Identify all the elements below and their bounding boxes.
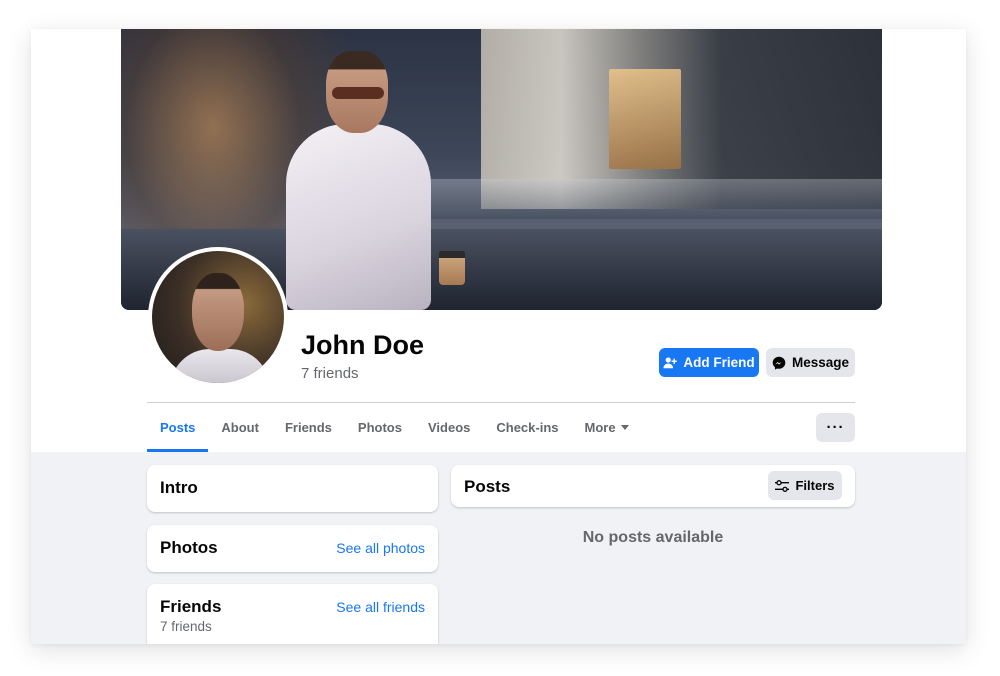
message-label: Message [791,355,850,370]
tab-posts[interactable]: Posts [147,403,209,452]
profile-friends-count[interactable]: 7 friends [301,365,359,382]
profile-avatar[interactable] [148,247,288,387]
tab-label: Friends [284,420,332,435]
tab-label: Check-ins [496,420,559,435]
tab-photos[interactable]: Photos [345,403,415,452]
intro-title: Intro [160,478,198,497]
add-friend-label: Add Friend [683,355,755,370]
add-friend-button[interactable]: Add Friend [659,348,759,377]
intro-card: Intro [147,465,438,512]
filters-button[interactable]: Filters [768,471,842,500]
see-all-friends-link[interactable]: See all friends [336,599,425,615]
friends-card: Friends See all friends 7 friends [147,584,438,644]
cover-sunglasses [332,87,384,99]
cover-railing [401,179,882,219]
photos-title: Photos [160,538,218,557]
cover-person-body [286,124,431,310]
ellipsis-icon: ··· [826,419,845,436]
see-all-photos-link[interactable]: See all photos [336,540,425,556]
profile-page: John Doe 7 friends Add Friend Message Po… [31,29,966,644]
tab-label: More [584,420,616,435]
posts-title: Posts [464,477,511,496]
tab-label: Posts [160,420,196,435]
avatar-face [192,273,244,351]
person-plus-icon [663,356,678,368]
posts-card: Posts Filters [451,465,855,507]
message-button[interactable]: Message [766,348,855,377]
tab-check-ins[interactable]: Check-ins [483,403,571,452]
more-options-button[interactable]: ··· [816,413,855,442]
caret-down-icon [620,425,629,430]
cover-coffee-cup [439,251,465,285]
tab-friends[interactable]: Friends [272,403,345,452]
filters-label: Filters [795,478,835,493]
tab-label: About [221,420,259,435]
tab-about[interactable]: About [208,403,272,452]
tab-more[interactable]: More [572,403,642,452]
tab-label: Photos [357,420,402,435]
avatar-shirt [170,349,270,383]
photos-card: Photos See all photos [147,525,438,572]
profile-name: John Doe [301,330,425,360]
profile-tabs: Posts About Friends Photos Videos Check-… [147,403,642,452]
messenger-icon [772,356,786,370]
cover-window [609,69,681,169]
empty-posts-message: No posts available [582,529,724,546]
tab-label: Videos [427,420,471,435]
sliders-icon [775,479,790,492]
friends-card-count: 7 friends [160,619,212,634]
friends-title: Friends [160,597,222,616]
tab-videos[interactable]: Videos [415,403,483,452]
